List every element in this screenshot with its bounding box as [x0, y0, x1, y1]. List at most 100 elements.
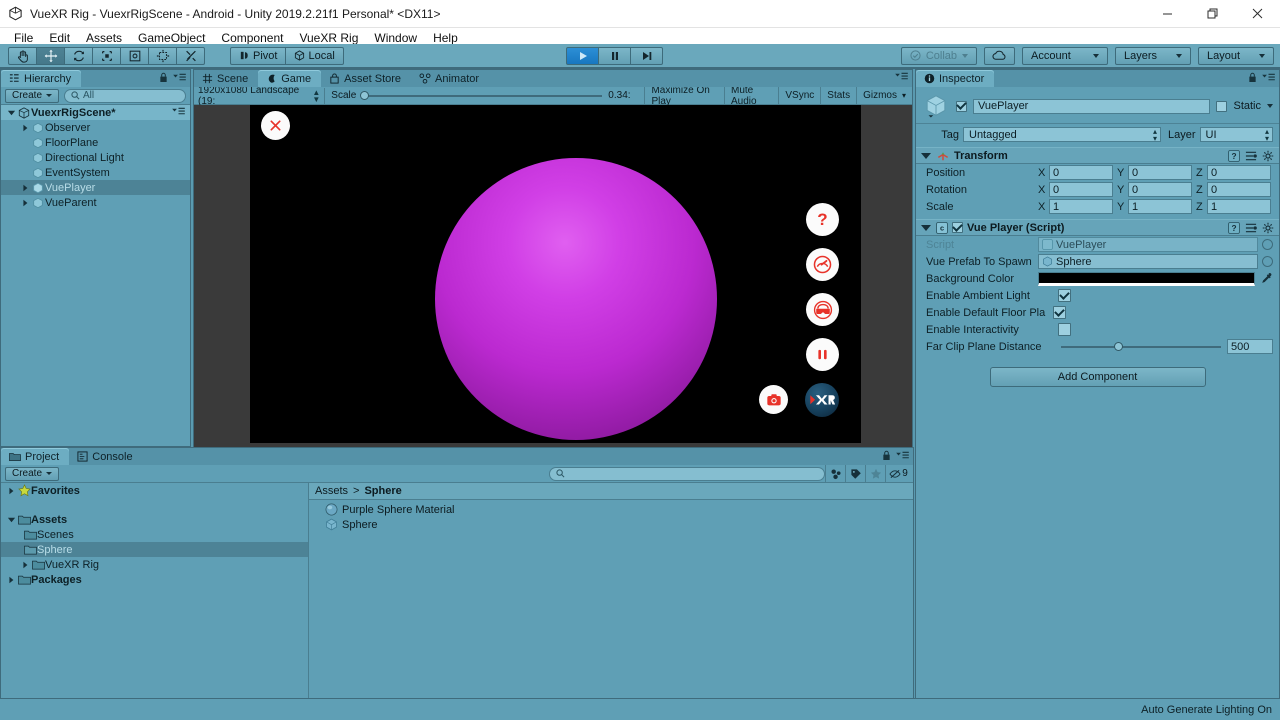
tab-scene[interactable]: Scene [194, 70, 259, 87]
rotate-tool-icon[interactable] [64, 46, 93, 65]
add-component-button[interactable]: Add Component [989, 367, 1206, 387]
rotation-z-input[interactable]: 0 [1207, 182, 1271, 197]
rotation-x-input[interactable]: 0 [1049, 182, 1113, 197]
game-canvas[interactable]: ? [194, 105, 912, 464]
project-search-input[interactable] [549, 466, 825, 481]
layer-dropdown[interactable]: UI ▴ ▾ [1199, 127, 1273, 142]
help-icon[interactable]: ? [1228, 221, 1240, 234]
vsync-toggle[interactable]: VSync [778, 86, 820, 105]
move-tool-icon[interactable] [36, 46, 65, 65]
vueplayer-foldout-icon[interactable] [921, 224, 931, 231]
tab-console[interactable]: Console [69, 448, 143, 465]
breadcrumb-assets[interactable]: Assets [315, 485, 348, 497]
play-button[interactable] [566, 46, 599, 65]
filter-by-label-icon[interactable] [845, 465, 865, 482]
stats-toggle[interactable]: Stats [820, 86, 856, 105]
eyedropper-icon[interactable] [1260, 272, 1273, 285]
favorites-expand-arrow-icon[interactable] [5, 487, 17, 495]
static-caret-icon[interactable] [1267, 104, 1273, 108]
panel-menu-icon[interactable] [1262, 73, 1275, 82]
scale-z-input[interactable]: 1 [1207, 199, 1271, 214]
far-clip-slider-knob[interactable] [1113, 341, 1123, 351]
local-toggle-button[interactable]: Local [285, 46, 344, 65]
hierarchy-item-vueplayer[interactable]: VuePlayer [1, 180, 190, 195]
preset-icon[interactable] [1245, 150, 1257, 162]
project-item-scenes[interactable]: Scenes [1, 527, 308, 542]
collab-button[interactable]: Collab [900, 46, 977, 65]
preset-icon[interactable] [1245, 222, 1257, 234]
headset-button[interactable] [806, 293, 839, 326]
tag-dropdown[interactable]: Untagged ▴ ▾ [963, 127, 1161, 142]
floor-plane-checkbox[interactable] [1053, 306, 1066, 319]
packages-expand-arrow-icon[interactable] [5, 576, 17, 584]
scale-control[interactable]: Scale 0.34: [325, 90, 644, 101]
position-y-input[interactable]: 0 [1128, 165, 1192, 180]
vueplayer-expand-arrow-icon[interactable] [19, 184, 31, 192]
project-create-button[interactable]: Create [5, 466, 60, 481]
filter-by-type-icon[interactable] [825, 465, 845, 482]
tab-animator[interactable]: Animator [411, 70, 490, 87]
interactivity-checkbox[interactable] [1058, 323, 1071, 336]
lock-icon[interactable] [1248, 72, 1257, 83]
scene-expand-arrow-icon[interactable] [5, 108, 17, 117]
static-checkbox[interactable] [1216, 100, 1228, 112]
scale-slider[interactable] [360, 90, 603, 100]
gameobject-name-input[interactable]: VuePlayer [973, 98, 1211, 114]
rect-tool-icon[interactable] [120, 46, 149, 65]
far-clip-input[interactable]: 500 [1227, 339, 1273, 354]
gizmos-dropdown[interactable]: Gizmos ▾ [856, 86, 912, 105]
rotation-y-input[interactable]: 0 [1128, 182, 1192, 197]
project-item-packages[interactable]: Packages [1, 572, 308, 587]
performance-button[interactable] [806, 248, 839, 281]
help-button[interactable]: ? [806, 203, 839, 236]
scale-tool-icon[interactable] [92, 46, 121, 65]
panel-menu-icon[interactable] [895, 72, 908, 81]
custom-tool-icon[interactable] [176, 46, 205, 65]
minimize-button[interactable] [1145, 0, 1190, 28]
asset-item-sphere[interactable]: Sphere [309, 517, 913, 532]
gameobject-preview-icon[interactable] [922, 92, 950, 120]
position-x-input[interactable]: 0 [1049, 165, 1113, 180]
panel-menu-icon[interactable] [896, 451, 909, 460]
vueplayer-enabled-checkbox[interactable] [952, 222, 963, 233]
vueplayer-component-header[interactable]: c Vue Player (Script) ? [916, 219, 1279, 236]
transform-component-header[interactable]: Transform ? [916, 147, 1279, 164]
xr-logo-button[interactable] [805, 383, 839, 417]
tab-game[interactable]: Game [258, 70, 322, 87]
project-item-vuexr-rig[interactable]: VueXR Rig [1, 557, 308, 572]
hierarchy-create-button[interactable]: Create [5, 88, 60, 103]
hierarchy-item-vueparent[interactable]: VueParent [1, 195, 190, 210]
help-icon[interactable]: ? [1228, 149, 1240, 162]
transform-tool-icon[interactable] [148, 46, 177, 65]
game-render-area[interactable]: ? [250, 105, 861, 443]
maximize-restore-button[interactable] [1190, 0, 1235, 28]
aspect-ratio-dropdown[interactable]: 1920x1080 Landscape (19: ▲ ▼ [194, 85, 326, 107]
layout-button[interactable]: Layout [1198, 46, 1274, 65]
close-overlay-button[interactable] [261, 111, 290, 140]
lock-icon[interactable] [882, 450, 891, 461]
background-color-swatch[interactable] [1038, 271, 1255, 286]
scene-menu-icon[interactable] [172, 107, 185, 119]
lock-icon[interactable] [159, 72, 168, 83]
maximize-on-play-toggle[interactable]: Maximize On Play [644, 85, 724, 107]
step-button[interactable] [630, 46, 663, 65]
tab-inspector[interactable]: Inspector [916, 70, 995, 87]
gear-icon[interactable] [1262, 150, 1274, 162]
panel-menu-icon[interactable] [173, 73, 186, 82]
prefab-select-circle-icon[interactable] [1262, 256, 1273, 267]
asset-item-purple-sphere-material[interactable]: Purple Sphere Material [309, 502, 913, 517]
hierarchy-scene-row[interactable]: VuexrRigScene* [1, 105, 190, 120]
tab-hierarchy[interactable]: Hierarchy [1, 70, 82, 87]
scale-slider-knob[interactable] [360, 90, 370, 100]
layers-button[interactable]: Layers [1115, 46, 1191, 65]
ambient-light-checkbox[interactable] [1058, 289, 1071, 302]
project-item-assets[interactable]: Assets [1, 512, 308, 527]
pivot-toggle-button[interactable]: Pivot [230, 46, 287, 65]
project-item-sphere[interactable]: Sphere [1, 542, 308, 557]
hierarchy-item-directional-light[interactable]: Directional Light [1, 150, 190, 165]
hierarchy-item-observer[interactable]: Observer [1, 120, 190, 135]
vuexr-rig-expand-arrow-icon[interactable] [19, 561, 31, 569]
vueparent-expand-arrow-icon[interactable] [19, 199, 31, 207]
hierarchy-item-eventsystem[interactable]: EventSystem [1, 165, 190, 180]
account-button[interactable]: Account [1022, 46, 1108, 65]
